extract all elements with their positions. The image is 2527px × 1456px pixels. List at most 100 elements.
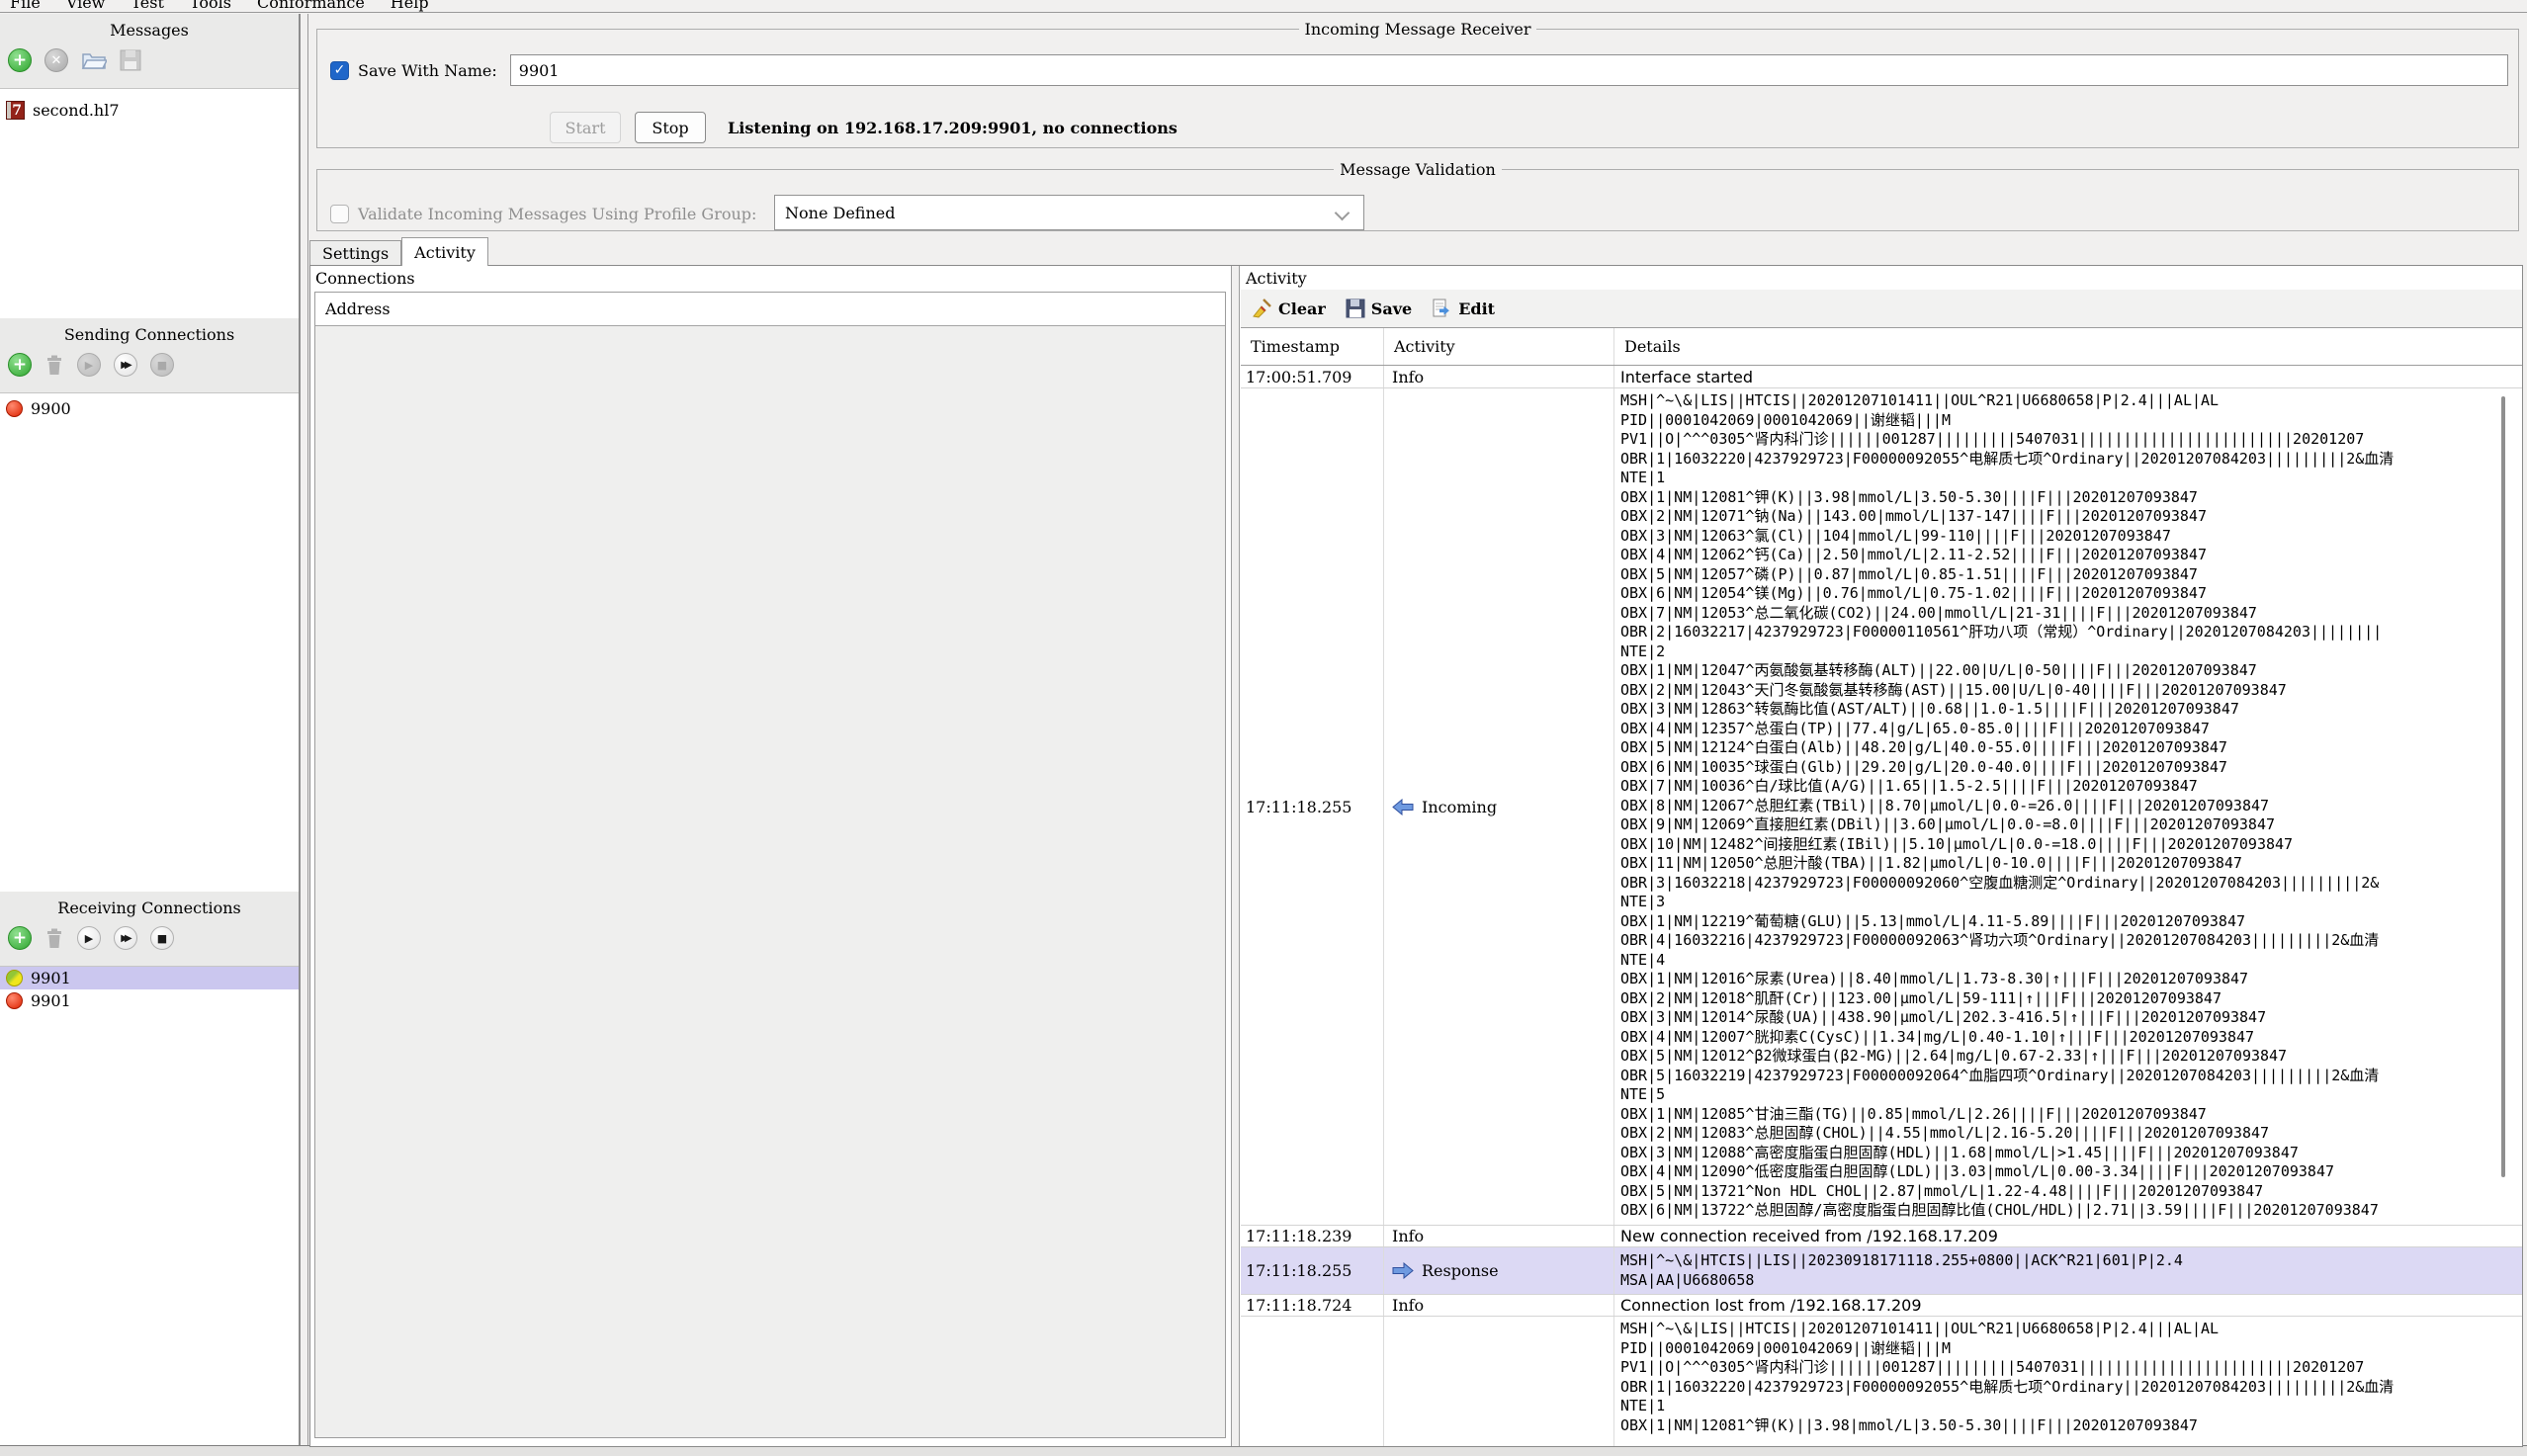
activity-table-header: Timestamp Activity Details <box>1241 328 2522 366</box>
delete-sending-connection-button[interactable] <box>44 354 64 376</box>
message-list-item-second-hl7[interactable]: 7 second.hl7 <box>0 99 299 122</box>
broom-icon <box>1251 298 1272 319</box>
sending-connection-9900[interactable]: 9900 <box>0 397 299 420</box>
profile-group-value: None Defined <box>785 204 895 222</box>
profile-group-select[interactable]: None Defined <box>774 195 1364 230</box>
tab-bar: Settings Activity <box>309 237 488 266</box>
sending-connections-title: Sending Connections <box>0 318 299 344</box>
activity-row-connection-lost[interactable]: 17:11:18.724 Info Connection lost from /… <box>1241 1295 2522 1317</box>
status-dot-starting-icon <box>6 970 23 986</box>
receiver-name-input[interactable]: 9901 <box>510 54 2508 86</box>
receiver-name-value: 9901 <box>519 61 560 80</box>
save-message-button[interactable] <box>120 49 141 71</box>
receiving-connections-title: Receiving Connections <box>0 892 299 917</box>
activity-panel: Activity Clear <box>1241 266 2522 1446</box>
activity-column-header[interactable]: Activity <box>1384 328 1614 365</box>
hl7-ack-text: MSH|^~\&|HTCIS||LIS||20230918171118.255+… <box>1620 1251 2183 1290</box>
open-folder-icon <box>81 49 107 71</box>
activity-row-new-connection[interactable]: 17:11:18.239 Info New connection receive… <box>1241 1226 2522 1247</box>
edit-button[interactable]: Edit <box>1432 299 1495 319</box>
menu-view[interactable]: View <box>66 0 106 12</box>
add-sending-connection-button[interactable]: + <box>8 353 32 377</box>
connections-panel: Connections Address <box>310 266 1230 1446</box>
activity-type: Info <box>1392 368 1424 386</box>
hl7-message-text: MSH|^~\&|LIS||HTCIS||20201207101411||OUL… <box>1620 1320 2394 1435</box>
validation-legend: Message Validation <box>1334 160 1502 179</box>
timestamp-column-header[interactable]: Timestamp <box>1241 328 1384 365</box>
menu-test[interactable]: Test <box>131 0 164 12</box>
receiving-connection-label: 9901 <box>31 969 71 987</box>
app-window: File View Test Tools Conformance Help Me… <box>0 0 2527 1456</box>
receiving-connection-9901-selected[interactable]: 9901 <box>0 967 299 989</box>
activity-panel-title: Activity <box>1246 269 1307 288</box>
add-receiving-connection-button[interactable]: + <box>8 926 32 950</box>
receiving-connections-header: Receiving Connections + ▶ ▶▶ ■ <box>0 892 299 967</box>
stop-button[interactable]: Stop <box>635 112 706 143</box>
trash-icon <box>44 927 64 949</box>
save-with-name-checkbox[interactable]: ✓ <box>330 61 349 80</box>
save-log-button[interactable]: Save <box>1346 299 1412 318</box>
vertical-scrollbar-thumb[interactable] <box>2501 396 2505 1177</box>
tab-settings[interactable]: Settings <box>309 240 401 266</box>
receiving-connections-toolbar: + ▶ ▶▶ ■ <box>0 917 299 950</box>
details-column-header[interactable]: Details <box>1614 328 2522 365</box>
timestamp: 17:11:18.255 <box>1246 798 1351 816</box>
hl7-file-icon: 7 <box>6 101 25 120</box>
message-file-name: second.hl7 <box>33 101 120 120</box>
sending-connection-label: 9900 <box>31 399 71 418</box>
menu-help[interactable]: Help <box>391 0 429 12</box>
response-arrow-icon <box>1392 1262 1414 1279</box>
stop-receiving-connection-button[interactable]: ■ <box>150 926 174 950</box>
activity-type: Incoming <box>1422 798 1497 816</box>
activity-row-interface-started[interactable]: 17:00:51.709 Info Interface started <box>1241 366 2522 388</box>
stop-sending-connection-button[interactable]: ■ <box>150 353 174 377</box>
message-validation-group: Message Validation Validate Incoming Mes… <box>316 160 2519 231</box>
chevron-down-icon <box>1335 206 1351 221</box>
start-receiving-connection-button[interactable]: ▶ <box>77 926 101 950</box>
save-floppy-icon <box>120 49 141 71</box>
activity-row-incoming-message[interactable]: 17:11:18.255 Incoming MSH|^~\&|LIS||HTCI… <box>1241 388 2522 1226</box>
status-dot-red-icon <box>6 992 23 1009</box>
save-button-label: Save <box>1371 300 1412 318</box>
incoming-arrow-icon <box>1392 799 1414 815</box>
validate-incoming-checkbox[interactable] <box>330 205 349 223</box>
start-all-sending-button[interactable]: ▶▶ <box>114 353 137 377</box>
messages-section-header: Messages + ✕ <box>0 14 299 89</box>
hl7-message-text: MSH|^~\&|LIS||HTCIS||20201207101411||OUL… <box>1620 391 2394 1221</box>
edit-page-icon <box>1432 299 1452 319</box>
panel-splitter[interactable] <box>1231 266 1240 1446</box>
menu-tools[interactable]: Tools <box>190 0 231 12</box>
clear-button-label: Clear <box>1278 300 1326 318</box>
timestamp: 17:11:18.724 <box>1246 1296 1351 1315</box>
start-sending-connection-button[interactable]: ▶ <box>77 353 101 377</box>
messages-title: Messages <box>0 14 299 40</box>
details-text: New connection received from /192.168.17… <box>1620 1227 1998 1245</box>
status-dot-red-icon <box>6 400 23 417</box>
connections-table: Address <box>314 292 1226 1438</box>
start-button[interactable]: Start <box>550 112 621 143</box>
sending-connections-header: Sending Connections + ▶ ▶▶ ■ <box>0 318 299 393</box>
activity-type: Response <box>1422 1261 1499 1280</box>
delete-receiving-connection-button[interactable] <box>44 927 64 949</box>
receiving-connection-9901-stopped[interactable]: 9901 <box>0 989 299 1012</box>
activity-type: Info <box>1392 1227 1424 1245</box>
start-all-receiving-button[interactable]: ▶▶ <box>114 926 137 950</box>
edit-button-label: Edit <box>1458 300 1495 318</box>
add-message-button[interactable]: + <box>8 48 32 72</box>
address-column-header[interactable]: Address <box>315 293 1225 326</box>
tab-content: Connections Address Activity <box>309 265 2523 1447</box>
save-floppy-icon <box>1346 299 1365 318</box>
tab-activity[interactable]: Activity <box>401 237 488 266</box>
sidebar: Messages + ✕ <box>0 14 301 1445</box>
menu-file[interactable]: File <box>10 0 41 12</box>
sending-connections-toolbar: + ▶ ▶▶ ■ <box>0 344 299 377</box>
clear-button[interactable]: Clear <box>1251 298 1326 319</box>
receiver-legend: Incoming Message Receiver <box>1299 20 1537 39</box>
remove-message-button[interactable]: ✕ <box>44 48 68 72</box>
open-message-button[interactable] <box>81 49 107 71</box>
timestamp: 17:00:51.709 <box>1246 368 1351 386</box>
activity-row-response-selected[interactable]: 17:11:18.255 Response MSH|^~\&|HTCIS||LI… <box>1241 1247 2522 1295</box>
activity-row-incoming-message-partial[interactable]: MSH|^~\&|LIS||HTCIS||20201207101411||OUL… <box>1241 1317 2522 1446</box>
menu-conformance[interactable]: Conformance <box>257 0 365 12</box>
timestamp: 17:11:18.255 <box>1246 1261 1351 1280</box>
